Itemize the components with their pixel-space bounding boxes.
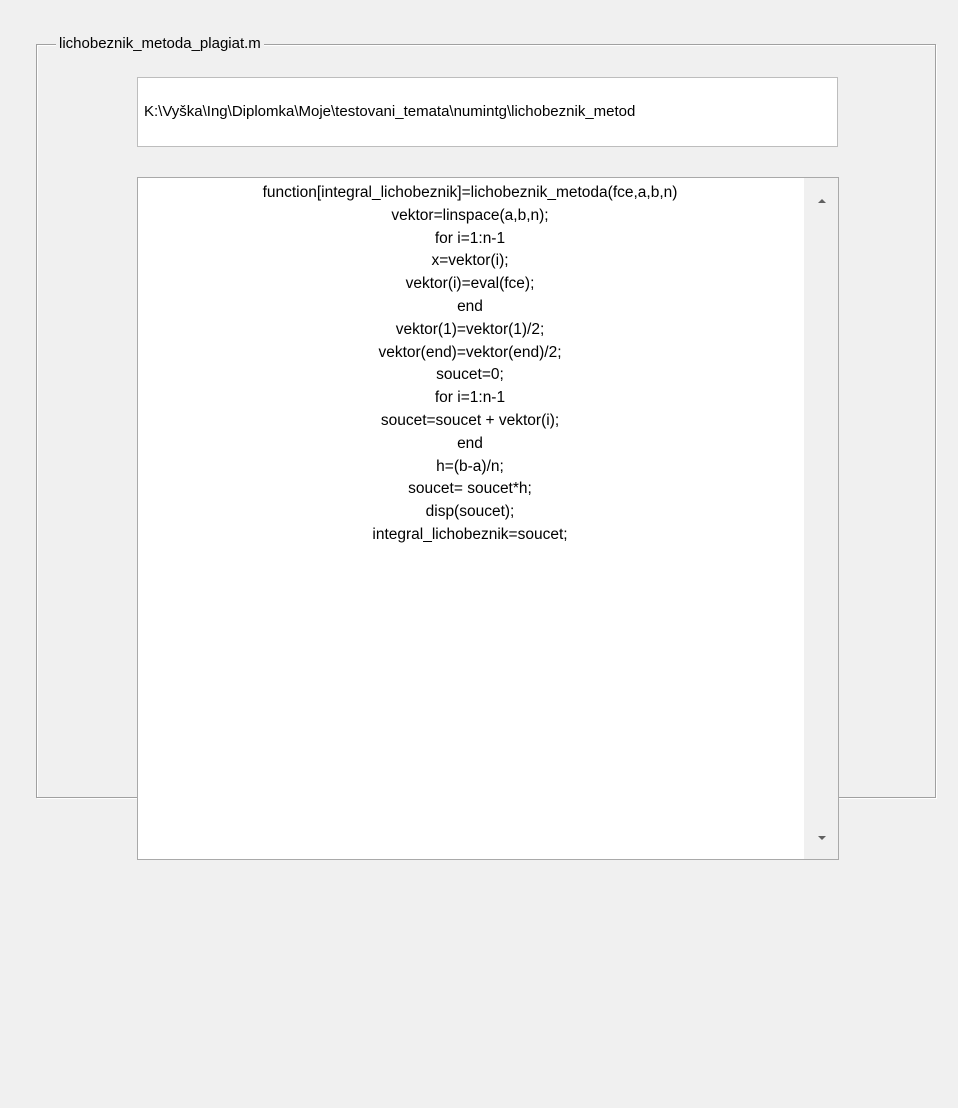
groupbox-title: lichobeznik_metoda_plagiat.m [56,34,264,54]
code-line: vektor(i)=eval(fce); [405,275,535,293]
code-line: soucet= soucet*h; [408,480,532,498]
code-line: vektor(end)=vektor(end)/2; [378,343,562,361]
code-line: x=vektor(i); [431,252,509,270]
code-line: for i=1:n-1 [434,229,506,247]
code-lines: function[integral_lichobeznik]=lichobezn… [138,182,802,547]
code-line: for i=1:n-1 [434,389,506,407]
code-listbox[interactable]: function[integral_lichobeznik]=lichobezn… [137,177,839,860]
arrow-down-icon [817,836,826,840]
code-line: h=(b-a)/n; [436,457,504,475]
scroll-down-button[interactable] [805,821,838,855]
arrow-up-icon [817,199,826,203]
vertical-scrollbar[interactable] [804,178,838,859]
file-path-text: K:\Vyška\Ing\Diplomka\Moje\testovani_tem… [144,103,636,120]
scroll-up-button[interactable] [805,184,838,218]
code-line: disp(soucet); [425,503,515,521]
code-line: end [457,297,483,315]
code-line: soucet=soucet + vektor(i); [380,411,560,429]
app-window: lichobeznik_metoda_plagiat.m K:\Vyška\In… [0,0,958,1108]
code-line: integral_lichobeznik=soucet; [372,525,568,543]
code-line: function[integral_lichobeznik]=lichobezn… [262,184,678,201]
code-line: end [457,434,483,452]
code-line: soucet=0; [436,366,504,384]
code-line: vektor=linspace(a,b,n); [391,206,549,224]
code-line: vektor(1)=vektor(1)/2; [395,320,545,338]
file-path-field[interactable]: K:\Vyška\Ing\Diplomka\Moje\testovani_tem… [137,77,838,147]
